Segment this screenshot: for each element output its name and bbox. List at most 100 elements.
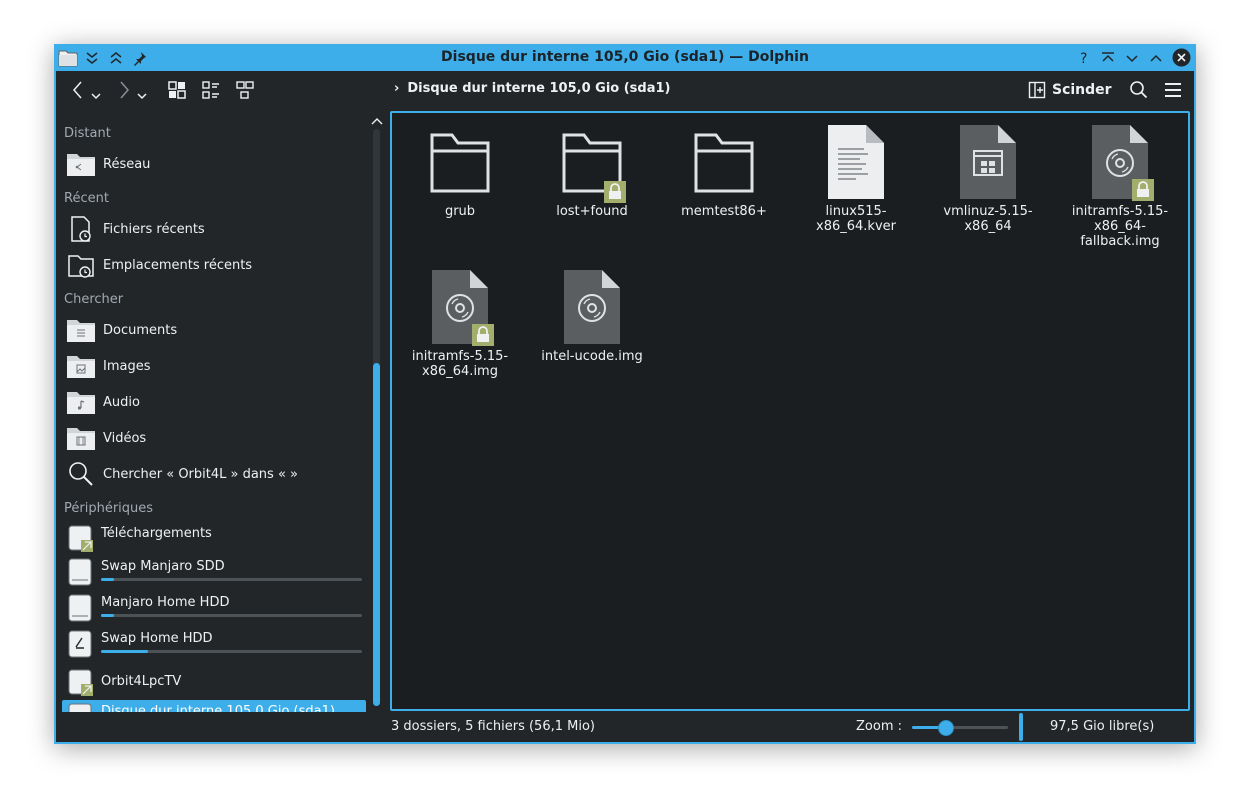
music-folder-icon (66, 387, 96, 417)
places-scrollbar[interactable] (368, 109, 386, 742)
place-recent-locations[interactable]: Emplacements récents (62, 248, 366, 282)
places-list: Distant Réseau Récent Fichiers récents E… (56, 109, 368, 742)
device-usage-fill (101, 578, 115, 581)
folder-icon (692, 125, 756, 201)
place-videos[interactable]: Vidéos (62, 421, 366, 455)
compact-view-icon (202, 81, 219, 99)
help-icon[interactable]: ? (1076, 50, 1092, 66)
network-folder-icon (66, 149, 96, 179)
breadcrumb[interactable]: › Disque dur interne 105,0 Gio (sda1) (394, 81, 670, 96)
disk-image-icon (560, 270, 624, 346)
section-search: Chercher (64, 292, 124, 307)
split-button[interactable]: Scinder (1028, 79, 1112, 101)
device-usage-bar (101, 614, 362, 617)
details-view-button[interactable] (232, 78, 258, 102)
file-item[interactable]: initramfs-5.15-x86_64.img (396, 270, 524, 379)
icons-view-button[interactable] (164, 78, 190, 102)
scrollbar-thumb[interactable] (373, 363, 380, 706)
place-images[interactable]: Images (62, 349, 366, 383)
device-label: Manjaro Home HDD (101, 595, 230, 610)
zoom-slider[interactable] (912, 718, 1008, 736)
file-view[interactable]: grub lost+found memtest86+ linux515-x86_… (390, 111, 1190, 711)
place-search-query[interactable]: Chercher « Orbit4L » dans « » (62, 457, 366, 491)
device-label: Swap Manjaro SDD (101, 559, 225, 574)
split-button-label: Scinder (1052, 82, 1112, 98)
file-name: memtest86+ (681, 204, 767, 219)
lock-icon (472, 324, 494, 346)
file-item[interactable]: memtest86+ (660, 125, 788, 219)
disk-image-icon (1088, 125, 1154, 201)
device-orbit4lpctv[interactable]: Orbit4LpcTV (62, 666, 366, 700)
file-item[interactable]: grub (396, 125, 524, 219)
search-button[interactable] (1126, 78, 1152, 102)
compact-view-button[interactable] (198, 78, 224, 102)
place-label: Chercher « Orbit4L » dans « » (103, 466, 298, 482)
place-label: Documents (103, 322, 178, 338)
file-item[interactable]: intel-ucode.img (528, 270, 656, 364)
device-downloads[interactable]: Téléchargements (62, 522, 366, 556)
free-space-text: 97,5 Gio libre(s) (1050, 719, 1155, 734)
file-name: lost+found (556, 204, 628, 219)
search-icon (1130, 81, 1148, 99)
executable-file-icon (956, 125, 1020, 201)
minimize-icon[interactable] (1124, 50, 1140, 66)
close-icon[interactable] (1172, 48, 1191, 67)
hard-drive-icon (66, 593, 96, 623)
back-button[interactable] (68, 78, 104, 102)
file-item[interactable]: initramfs-5.15-x86_64-fallback.img (1056, 125, 1184, 249)
system-drive-icon (66, 629, 96, 659)
file-item[interactable]: linux515-x86_64.kver (792, 125, 920, 234)
svg-text:?: ? (1080, 51, 1087, 66)
device-usage-fill (101, 614, 115, 617)
place-label: Vidéos (103, 430, 147, 446)
removable-drive-icon (66, 524, 96, 554)
status-bar: 3 dossiers, 5 fichiers (56,1 Mio) Zoom :… (56, 712, 1194, 742)
place-recent-files[interactable]: Fichiers récents (62, 212, 366, 246)
menu-button[interactable] (1160, 78, 1186, 102)
section-devices: Périphériques (64, 501, 154, 516)
window-body: › Disque dur interne 105,0 Gio (sda1) Sci… (56, 71, 1194, 742)
place-label: Fichiers récents (103, 221, 205, 237)
keep-above-icon[interactable] (1100, 50, 1116, 66)
recent-folder-icon (66, 250, 96, 280)
disk-image-icon (428, 270, 494, 346)
place-network[interactable]: Réseau (62, 147, 366, 181)
device-swap-home-hdd[interactable]: Swap Home HDD (62, 627, 366, 661)
zoom-slider-handle[interactable] (938, 720, 955, 736)
breadcrumb-item[interactable]: Disque dur interne 105,0 Gio (sda1) (407, 81, 670, 96)
place-label: Réseau (103, 156, 151, 172)
file-name: linux515-x86_64.kver (816, 204, 896, 234)
place-label: Audio (103, 394, 140, 410)
device-manjaro-home-hdd[interactable]: Manjaro Home HDD (62, 591, 366, 625)
details-view-icon (236, 81, 254, 99)
file-item[interactable]: lost+found (528, 125, 656, 219)
back-arrow-icon (73, 81, 101, 100)
file-item[interactable]: vmlinuz-5.15-x86_64 (924, 125, 1052, 234)
place-documents[interactable]: Documents (62, 313, 366, 347)
documents-folder-icon (66, 315, 96, 345)
lock-icon (604, 181, 626, 203)
places-panel: Distant Réseau Récent Fichiers récents E… (56, 109, 386, 742)
scroll-up-icon (371, 118, 383, 125)
grid-view-icon (168, 81, 186, 99)
device-label: Swap Home HDD (101, 631, 213, 646)
zoom-label: Zoom : (856, 719, 902, 734)
videos-folder-icon (66, 423, 96, 453)
maximize-icon[interactable] (1148, 50, 1164, 66)
section-recent: Récent (64, 191, 109, 206)
place-label: Emplacements récents (103, 257, 253, 273)
search-icon (66, 459, 96, 489)
device-usage-bar (101, 650, 362, 653)
device-swap-manjaro-sdd[interactable]: Swap Manjaro SDD (62, 555, 366, 589)
title-bar[interactable]: Disque dur interne 105,0 Gio (sda1) — Do… (54, 44, 1196, 71)
place-audio[interactable]: Audio (62, 385, 366, 419)
removable-drive-icon (66, 668, 96, 698)
status-summary: 3 dossiers, 5 fichiers (56,1 Mio) (391, 719, 595, 734)
recent-document-icon (66, 214, 96, 244)
hamburger-menu-icon (1165, 83, 1181, 97)
free-space-indicator (1019, 713, 1023, 741)
window-title: Disque dur interne 105,0 Gio (sda1) — Do… (441, 49, 809, 65)
device-label: Téléchargements (101, 526, 212, 541)
forward-button[interactable] (114, 78, 150, 102)
file-name: grub (444, 204, 476, 219)
